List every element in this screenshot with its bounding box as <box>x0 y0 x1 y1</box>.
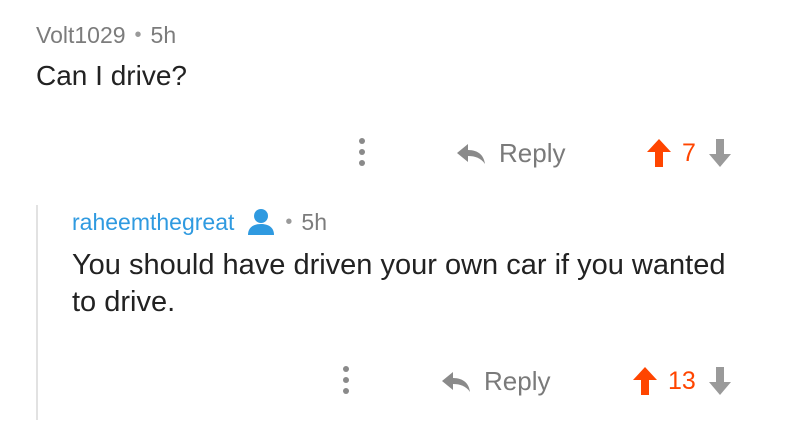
upvote-arrow-icon[interactable] <box>646 138 672 168</box>
reply-button[interactable]: Reply <box>455 138 565 169</box>
downvote-arrow-icon[interactable] <box>708 366 732 396</box>
downvote-arrow-icon[interactable] <box>708 138 732 168</box>
reply-arrow-icon <box>442 371 470 392</box>
more-options-icon[interactable] <box>336 360 356 400</box>
parent-comment-body: Can I drive? <box>36 60 187 91</box>
more-options-icon[interactable] <box>352 132 372 172</box>
reply-comment-body: You should have driven your own car if y… <box>72 249 726 318</box>
comment-thread: Volt1029 • 5h Can I drive? Reply 7 rahee… <box>0 0 800 434</box>
parent-comment-meta: Volt1029 • 5h <box>36 22 176 49</box>
reply-button[interactable]: Reply <box>440 366 550 397</box>
reply-label: Reply <box>499 138 566 168</box>
parent-timestamp: 5h <box>150 22 177 48</box>
parent-comment-actions: Reply 7 <box>0 130 800 180</box>
meta-separator: • <box>134 24 142 46</box>
vote-score: 13 <box>668 366 696 395</box>
upvote-arrow-icon[interactable] <box>632 366 658 396</box>
vote-score: 7 <box>682 138 696 167</box>
reply-label: Reply <box>484 366 551 396</box>
reply-comment-meta: raheemthegreat • 5h <box>72 208 327 236</box>
vote-controls: 7 <box>646 138 732 168</box>
reply-comment-actions: Reply 13 <box>0 360 800 410</box>
reply-author[interactable]: raheemthegreat <box>72 209 234 236</box>
reply-arrow-icon <box>457 143 485 164</box>
vote-controls: 13 <box>632 366 732 396</box>
user-profile-icon <box>248 209 275 235</box>
parent-author[interactable]: Volt1029 <box>36 22 126 49</box>
reply-timestamp: 5h <box>301 208 327 235</box>
meta-separator: • <box>285 210 293 233</box>
